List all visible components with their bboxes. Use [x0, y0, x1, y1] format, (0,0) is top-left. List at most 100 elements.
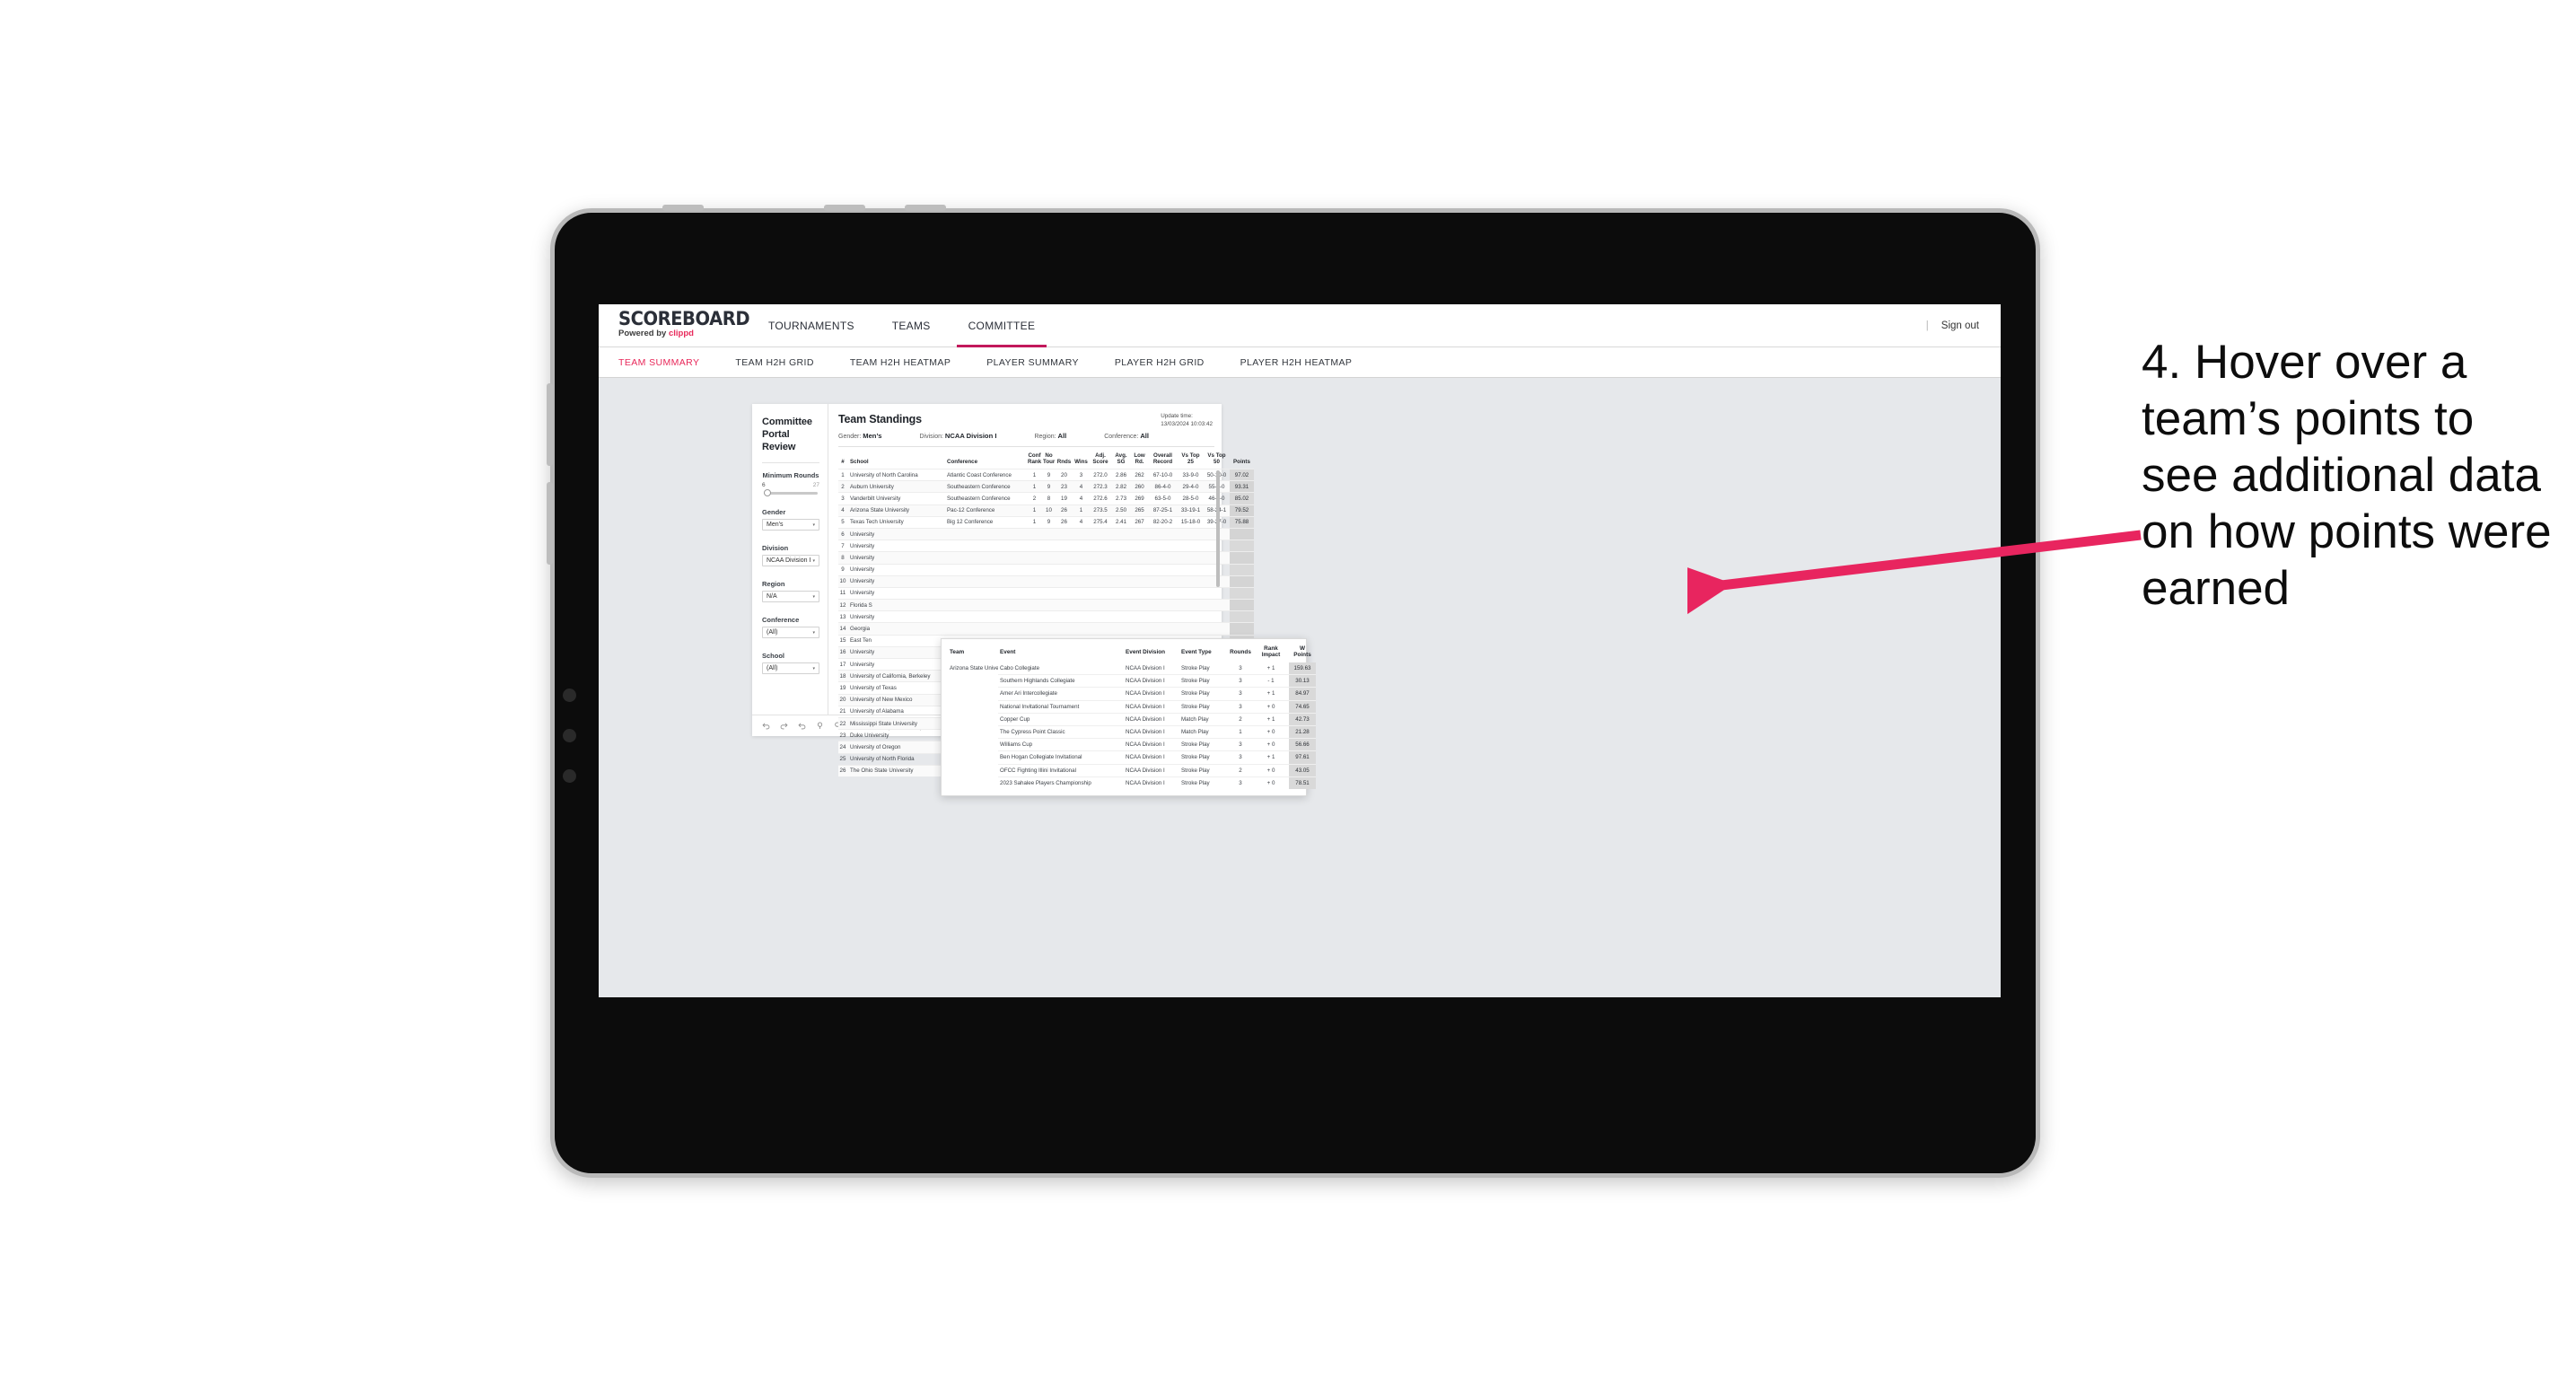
app-header: SCOREBOARD Powered by clippd TOURNAMENTS…	[599, 304, 2001, 347]
cell-points[interactable]	[1230, 610, 1254, 623]
col-header-rnds[interactable]: Rnds	[1056, 451, 1073, 469]
cell-points[interactable]	[1230, 563, 1254, 576]
refresh-icon[interactable]	[814, 721, 825, 732]
cell-overall-record	[1148, 551, 1178, 564]
col-header-conf-rank[interactable]: Conf Rank	[1027, 451, 1042, 469]
summary-gender-value: Men’s	[863, 432, 882, 440]
cell-points[interactable]: 79.52	[1230, 504, 1254, 517]
col-header-conference[interactable]: Conference	[944, 451, 1027, 469]
cell-points[interactable]	[1230, 586, 1254, 600]
cell-points[interactable]	[1230, 551, 1254, 564]
table-row[interactable]: 10 University	[838, 575, 1254, 588]
col-header-wins[interactable]: Wins	[1073, 451, 1090, 469]
cell-low-rd	[1131, 539, 1148, 552]
col-header-avg-sg[interactable]: Avg. SG	[1111, 451, 1131, 469]
nav-item-tournaments[interactable]: TOURNAMENTS	[749, 304, 873, 347]
cell-points[interactable]: 75.88	[1230, 515, 1254, 529]
table-row[interactable]: 2 Auburn University Southeastern Conferenc…	[838, 480, 1254, 493]
cell-no-tour	[1042, 599, 1056, 611]
cell-: 12	[838, 599, 847, 611]
cell-no-tour	[1042, 563, 1056, 576]
col-header-points[interactable]: Points	[1230, 451, 1254, 469]
annotation-text: 4. Hover over a team’s points to see add…	[2142, 336, 2552, 615]
minimum-rounds-slider[interactable]	[764, 489, 818, 496]
col-header-vs-top-25[interactable]: Vs Top 25	[1178, 451, 1204, 469]
cell-points[interactable]	[1230, 575, 1254, 588]
tab-player-h2h-grid[interactable]: PLAYER H2H GRID	[1115, 357, 1205, 368]
logo-tagline-prefix: Powered by	[618, 329, 669, 338]
redo-icon[interactable]	[778, 721, 789, 732]
signout-divider: |	[1925, 320, 1929, 331]
tab-player-h2h-heatmap[interactable]: PLAYER H2H HEATMAP	[1240, 357, 1353, 368]
nav-item-teams[interactable]: TEAMS	[873, 304, 950, 347]
cell-no-tour: 8	[1042, 492, 1056, 505]
cell-points[interactable]: 85.02	[1230, 492, 1254, 505]
nav-item-committee[interactable]: COMMITTEE	[950, 304, 1055, 347]
tab-team-h2h-heatmap[interactable]: TEAM H2H HEATMAP	[850, 357, 951, 368]
cell-vs-top-25	[1178, 610, 1204, 623]
cell-conf-rank	[1027, 586, 1042, 600]
region-select[interactable]: N/A ▾	[762, 591, 819, 602]
table-row[interactable]: 4 Arizona State University Pac-12 Conferen…	[838, 504, 1254, 517]
tooltip-cell-event-division: NCAA Division I	[1124, 776, 1179, 789]
tooltip-cell-w-points: 84.97	[1289, 687, 1316, 701]
col-header-adj-score[interactable]: Adj. Score	[1090, 451, 1111, 469]
cell-vs-top-25	[1178, 539, 1204, 552]
cell-school: University	[847, 645, 944, 659]
tooltip-row: Arizona State UniversityCabo Collegiate N…	[948, 662, 1316, 675]
minimum-rounds-slider-handle[interactable]	[764, 489, 771, 496]
cell-school: University	[847, 610, 944, 623]
cell-vs-top-25	[1178, 586, 1204, 600]
filter-summary: Gender: Men’s Division: NCAA Division I …	[838, 432, 1214, 447]
col-header-overall-record[interactable]: Overall Record	[1148, 451, 1178, 469]
cell-points[interactable]: 93.31	[1230, 480, 1254, 493]
col-header-vs-top-50[interactable]: Vs Top 50	[1204, 451, 1230, 469]
conference-select[interactable]: (All) ▾	[762, 627, 819, 638]
cell-avg-sg: 2.86	[1111, 468, 1131, 481]
tooltip-cell-w-points: 30.13	[1289, 674, 1316, 688]
division-select[interactable]: NCAA Division I ▾	[762, 555, 819, 566]
table-row[interactable]: 11 University	[838, 586, 1254, 600]
cell-wins: 4	[1073, 515, 1090, 529]
table-row[interactable]: 12 Florida S	[838, 599, 1254, 611]
filter-minimum-rounds: Minimum Rounds 6 27	[762, 471, 819, 496]
device-volume-up-button	[547, 383, 553, 466]
col-header-[interactable]: #	[838, 451, 847, 469]
tooltip-cell-event: 2023 Sahalee Players Championship	[998, 776, 1124, 789]
school-select[interactable]: (All) ▾	[762, 662, 819, 674]
table-row[interactable]: 9 University	[838, 563, 1254, 576]
table-row[interactable]: 13 University	[838, 610, 1254, 623]
cell-wins	[1073, 610, 1090, 623]
table-row[interactable]: 8 University	[838, 551, 1254, 564]
table-row[interactable]: 5 Texas Tech University Big 12 Conference 1…	[838, 515, 1254, 529]
app-logo[interactable]: SCOREBOARD Powered by clippd	[599, 304, 750, 346]
tooltip-row: Amer Ari Intercollegiate NCAA Division IS…	[948, 687, 1316, 701]
table-scrollbar[interactable]	[1216, 470, 1220, 587]
gender-select[interactable]: Men’s ▾	[762, 519, 819, 531]
cell-conference: Big 12 Conference	[944, 515, 1027, 529]
tooltip-col-header-event-division: Event Division	[1126, 648, 1166, 655]
tab-player-summary[interactable]: PLAYER SUMMARY	[986, 357, 1079, 368]
cell-points[interactable]	[1230, 599, 1254, 611]
table-row[interactable]: 3 Vanderbilt University Southeastern Confe…	[838, 492, 1254, 505]
cell-overall-record: 87-25-1	[1148, 504, 1178, 517]
secondary-nav: TEAM SUMMARY TEAM H2H GRID TEAM H2H HEAT…	[599, 347, 2001, 378]
revert-icon[interactable]	[796, 721, 807, 732]
undo-icon[interactable]	[760, 721, 771, 732]
cell-points[interactable]	[1230, 539, 1254, 552]
cell-points[interactable]: 97.02	[1230, 468, 1254, 481]
cell-points[interactable]	[1230, 622, 1254, 636]
cell-no-tour	[1042, 575, 1056, 588]
table-row[interactable]: 6 University	[838, 527, 1254, 540]
sign-out-link[interactable]: Sign out	[1941, 320, 1979, 331]
table-row[interactable]: 7 University	[838, 539, 1254, 552]
cell-points[interactable]	[1230, 527, 1254, 540]
table-row[interactable]: 14 Georgia	[838, 622, 1254, 636]
col-header-no-tour[interactable]: No Tour	[1042, 451, 1056, 469]
tab-team-h2h-grid[interactable]: TEAM H2H GRID	[735, 357, 813, 368]
table-row[interactable]: 1 University of North Carolina Atlantic Co…	[838, 468, 1254, 481]
cell-adj-score: 272.6	[1090, 492, 1111, 505]
tab-team-summary[interactable]: TEAM SUMMARY	[618, 357, 699, 368]
col-header-low-rd[interactable]: Low Rd.	[1131, 451, 1148, 469]
col-header-school[interactable]: School	[847, 451, 944, 469]
